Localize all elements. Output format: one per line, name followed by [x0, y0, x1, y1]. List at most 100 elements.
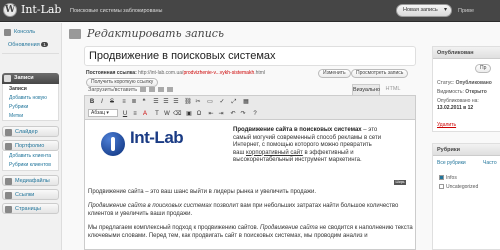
sidebar-item-links[interactable]: Ссылки	[2, 189, 59, 200]
link-icon[interactable]: ⛓	[184, 98, 192, 106]
undo-icon[interactable]: ↶	[229, 110, 237, 118]
checkbox-icon[interactable]	[439, 184, 444, 190]
paragraph-3-c: мы проводим анализ и	[303, 233, 368, 239]
paste-text-icon[interactable]: T	[153, 110, 161, 118]
published-on-row: Опубликовано на:	[437, 98, 479, 104]
view-post-button[interactable]: Просмотреть запись	[351, 69, 409, 78]
permalink-label: Постоянная ссылка:	[86, 70, 137, 76]
user-greeting[interactable]: Приве	[458, 8, 474, 14]
permalink-url: http://int-lab.com.ua/	[138, 70, 184, 76]
paragraph-2-italic: Продвижение сайта в поисковых системах	[88, 203, 212, 209]
link-icon	[5, 192, 12, 199]
site-name[interactable]: Int-Lab	[21, 3, 61, 16]
editor-content[interactable]: Int-Lab Продвижение сайта в поисковых си…	[85, 121, 415, 249]
editor-toolbar: B I S ≡ ≣ ❝ ☰ ☰ ☰ ⛓ ✂ ▭ ✓ ⤢ ▦ Абзац ▾ U …	[85, 96, 415, 120]
paragraph-1: Продвижение сайта – это ваш шанс выйти в…	[88, 189, 316, 195]
align-right-icon[interactable]: ☰	[172, 98, 180, 106]
intro-paragraph: Продвижение сайта в поисковых системах –…	[233, 127, 383, 165]
media-icon[interactable]	[167, 87, 174, 93]
logo-text: Int-Lab	[130, 128, 184, 147]
bullet-list-icon[interactable]: ≡	[120, 98, 128, 106]
wordpress-logo-icon[interactable]: W	[3, 3, 17, 17]
blockquote-icon[interactable]: ❝	[140, 98, 148, 106]
permalink-slug[interactable]: prodvizhenie-v...vykh-sistemakh	[183, 70, 254, 76]
video-icon[interactable]	[149, 87, 156, 93]
change-permalink-button[interactable]: Изменить	[318, 69, 351, 78]
sidebar-item-updates[interactable]: Обновления 1	[2, 39, 59, 50]
bold-icon[interactable]: B	[88, 98, 96, 106]
preview-changes-button[interactable]: Пр	[475, 64, 492, 73]
sidebar-item-label: Записи	[14, 75, 34, 81]
pin-icon	[4, 75, 11, 82]
align-left-icon[interactable]: ☰	[152, 98, 160, 106]
sidebar-item-dashboard[interactable]: Консоль	[2, 27, 59, 38]
format-select[interactable]: Абзац ▾	[88, 109, 118, 117]
tab-visual[interactable]: Визуально	[352, 84, 380, 95]
slider-icon	[5, 129, 12, 136]
intro-link[interactable]: корпоративный сайт	[246, 150, 303, 156]
int-lab-logo-image[interactable]: Int-Lab	[98, 128, 193, 168]
special-char-icon[interactable]: Ω	[195, 110, 203, 118]
unlink-icon[interactable]: ✂	[194, 98, 202, 106]
submenu-all-posts[interactable]: Записи	[9, 85, 27, 93]
italic-icon[interactable]: I	[98, 98, 106, 106]
indent-icon[interactable]: ⇥	[217, 110, 225, 118]
numbered-list-icon[interactable]: ≣	[130, 98, 138, 106]
paragraph-3-a: Мы предлагаем комплексный подход к продв…	[88, 225, 259, 231]
sidebar-item-pages[interactable]: Страницы	[2, 203, 59, 214]
underline-icon[interactable]: U	[121, 110, 129, 118]
checkbox-icon[interactable]	[439, 175, 444, 181]
sidebar-item-media[interactable]: Медиафайлы	[2, 175, 59, 186]
sidebar-separator	[2, 53, 59, 54]
sidebar-item-label: Ссылки	[15, 192, 35, 198]
status-label: Статус:	[437, 80, 455, 86]
delete-link[interactable]: Удалить	[437, 122, 456, 128]
image-resize-tooltip: Ширь	[394, 180, 406, 185]
strikethrough-icon[interactable]: S	[108, 98, 116, 106]
tab-popular-categories[interactable]: Часто	[483, 160, 497, 166]
visibility-label: Видимость:	[437, 89, 464, 95]
sidebar-item-portfolio[interactable]: Портфолио	[2, 140, 59, 151]
redo-icon[interactable]: ↷	[239, 110, 247, 118]
audio-icon[interactable]	[158, 87, 165, 93]
submenu-categories[interactable]: Рубрики	[9, 103, 28, 111]
image-icon[interactable]	[140, 87, 147, 93]
kitchen-sink-icon[interactable]: ▦	[242, 98, 250, 106]
more-tag-icon[interactable]: ▭	[206, 98, 214, 106]
publish-date: 13.02.2011 в 12	[437, 105, 474, 111]
upload-label: Загрузить/вставить	[88, 87, 138, 93]
paragraph-3: Мы предлагаем комплексный подход к продв…	[88, 224, 413, 240]
visibility-row: Видимость: Открыто	[437, 89, 487, 95]
submenu-tags[interactable]: Метки	[9, 112, 23, 120]
tab-all-categories[interactable]: Все рубрики	[437, 160, 466, 166]
tab-html[interactable]: HTML	[382, 84, 404, 95]
outdent-icon[interactable]: ⇤	[207, 110, 215, 118]
dashboard-icon	[4, 29, 11, 36]
help-icon[interactable]: ?	[251, 110, 259, 118]
media-insert-icon[interactable]: ▣	[185, 110, 193, 118]
submenu-add-new[interactable]: Добавить новую	[9, 94, 47, 102]
category-item-uncategorized[interactable]: Uncategorized	[439, 184, 478, 190]
int-lab-logo-icon	[101, 132, 125, 156]
clear-format-icon[interactable]: ⌫	[173, 110, 181, 118]
published-on-label: Опубликовано на:	[437, 98, 479, 104]
fullscreen-icon[interactable]: ⤢	[230, 98, 238, 106]
submenu-add-client[interactable]: Добавить клиента	[9, 152, 51, 160]
text-color-icon[interactable]: A	[141, 110, 149, 118]
justify-icon[interactable]: ≡	[131, 110, 139, 118]
sidebar-item-slider[interactable]: Слайдер	[2, 126, 59, 137]
get-shortlink-button[interactable]: Получить короткую ссылку	[86, 78, 159, 87]
submenu-client-categories[interactable]: Рубрики клиентов	[9, 161, 51, 169]
category-item-infos[interactable]: Infos	[439, 175, 457, 181]
new-post-dropdown[interactable]: Новая запись ▾	[396, 4, 452, 17]
upload-insert[interactable]: Загрузить/вставить	[88, 87, 174, 93]
status-value: Опубликовано	[455, 80, 492, 86]
admin-header: W Int-Lab Поисковые системы заблокирован…	[0, 0, 500, 22]
category-label: Infos	[446, 175, 457, 181]
paste-word-icon[interactable]: W	[163, 110, 171, 118]
post-editor[interactable]: B I S ≡ ≣ ❝ ☰ ☰ ☰ ⛓ ✂ ▭ ✓ ⤢ ▦ Абзац ▾ U …	[84, 95, 416, 250]
spellcheck-icon[interactable]: ✓	[218, 98, 226, 106]
sidebar-item-posts[interactable]: Записи	[2, 73, 59, 84]
align-center-icon[interactable]: ☰	[162, 98, 170, 106]
post-title-input[interactable]: Продвижение в поисковых системах	[84, 46, 416, 66]
